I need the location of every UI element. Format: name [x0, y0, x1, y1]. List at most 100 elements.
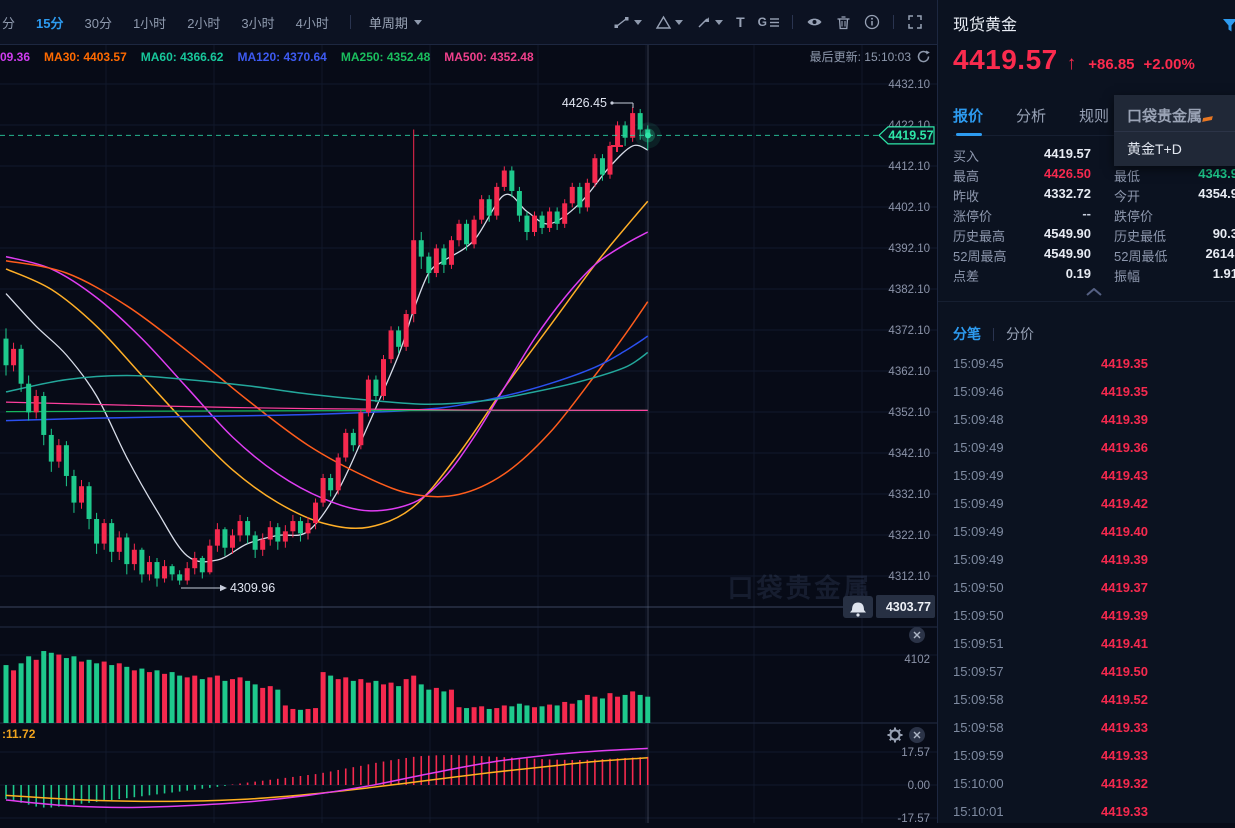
- tick-row[interactable]: 15:09:58 4419.52: [938, 685, 1235, 713]
- macd-indicator: [5, 747, 649, 809]
- toggle-visibility-button[interactable]: [806, 15, 823, 29]
- ma-value: 09.36: [0, 49, 31, 64]
- timeframe-5[interactable]: 2小时: [187, 13, 220, 32]
- quote-row: 昨收 4332.72 今开 4354.9: [938, 186, 1235, 206]
- ma-value: MA500: 4352.48: [444, 49, 534, 64]
- timeframe-2[interactable]: 15分: [36, 13, 63, 32]
- quote-row: 点差 0.19 振幅 1.91: [938, 266, 1235, 286]
- quote-value: 90.3: [1212, 226, 1235, 241]
- tick-price: 4419.39: [1101, 608, 1148, 623]
- timeframe-1[interactable]: 分: [2, 13, 15, 32]
- tab-规则[interactable]: 规则: [1079, 105, 1109, 126]
- volume-axis-label: 4102: [904, 654, 930, 666]
- tick-row[interactable]: 15:09:50 4419.37: [938, 573, 1235, 601]
- tick-row[interactable]: 15:10:00 4419.32: [938, 769, 1235, 797]
- info-icon: [864, 14, 880, 30]
- tab-分价[interactable]: 分价: [1006, 324, 1034, 344]
- tick-row[interactable]: 15:10:01 4419.33: [938, 797, 1235, 825]
- macd-dif-line: [5, 747, 648, 809]
- gann-tool-icon: G: [757, 15, 767, 29]
- fullscreen-button[interactable]: [907, 14, 923, 30]
- tab-分析[interactable]: 分析: [1016, 105, 1046, 126]
- tick-price: 4419.42: [1101, 496, 1148, 511]
- price-change: +86.85: [1088, 56, 1135, 73]
- tick-price: 4419.37: [1101, 580, 1148, 595]
- tick-price: 4419.36: [1101, 440, 1148, 455]
- tick-row[interactable]: 15:09:45 4419.35: [938, 349, 1235, 377]
- quote-label: 今开: [1114, 189, 1141, 204]
- tab-分笔[interactable]: 分笔: [953, 324, 981, 344]
- tick-row[interactable]: 15:09:49 4419.36: [938, 433, 1235, 461]
- tick-time: 15:09:49: [953, 524, 1004, 539]
- related-instrument[interactable]: 黄金T+D: [1127, 139, 1235, 159]
- lines-icon: [770, 18, 779, 27]
- alert-price-tag: 4303.77: [876, 595, 935, 618]
- single-period-dropdown[interactable]: 单周期: [369, 13, 422, 32]
- tick-row[interactable]: 15:09:48 4419.39: [938, 405, 1235, 433]
- refresh-icon[interactable]: [917, 50, 930, 63]
- chevron-down-icon: [715, 19, 724, 25]
- y-axis-label: 4412.10: [888, 161, 930, 173]
- tick-row[interactable]: 15:09:59 4419.33: [938, 741, 1235, 769]
- tick-row[interactable]: 15:09:50 4419.39: [938, 601, 1235, 629]
- gann-tool-button[interactable]: G: [758, 15, 779, 29]
- triangle-tool-icon: [655, 15, 672, 29]
- y-axis-label: 4312.10: [888, 571, 930, 583]
- divider: [1114, 131, 1235, 132]
- quote-label: 历史最高: [953, 229, 1006, 244]
- text-tool-button[interactable]: T: [736, 14, 745, 30]
- tick-price: 4419.41: [1101, 636, 1148, 651]
- quote-label: 历史最低: [1114, 229, 1167, 244]
- y-axis-label: 4342.10: [888, 448, 930, 460]
- high-annotation: 4426.45: [562, 96, 607, 110]
- quote-panel: 现货黄金 4419.57 ↑ +86.85 +2.00% 报价 分析 规则 买入 44…: [937, 0, 1235, 823]
- macd-pane-close-icon[interactable]: [909, 727, 925, 743]
- tick-row[interactable]: 15:09:49 4419.43: [938, 461, 1235, 489]
- timeframe-6[interactable]: 3小时: [241, 13, 274, 32]
- arrow-tool-button[interactable]: [696, 15, 724, 30]
- chevron-down-icon: [675, 19, 684, 25]
- tick-row[interactable]: 15:09:46 4419.35: [938, 377, 1235, 405]
- eye-icon: [807, 18, 822, 26]
- tick-time: 15:09:49: [953, 496, 1004, 511]
- tick-row[interactable]: 15:09:49 4419.39: [938, 545, 1235, 573]
- filter-icon[interactable]: [1223, 18, 1235, 34]
- timeframe-7[interactable]: 4小时: [296, 13, 329, 32]
- info-button[interactable]: [864, 14, 880, 30]
- volume-pane-close-icon[interactable]: [909, 627, 925, 643]
- tab-报价[interactable]: 报价: [953, 105, 983, 136]
- candlestick-chart: 口袋贵金属4432.104422.104412.104402.104392.10…: [0, 45, 937, 825]
- tick-time: 15:09:49: [953, 552, 1004, 567]
- tick-time: 15:09:46: [953, 384, 1004, 399]
- chart-area[interactable]: 口袋贵金属 4432.10 4422.10 4412.10 4402.10 4392.10…: [0, 45, 937, 825]
- timeframe-4[interactable]: 1小时: [133, 13, 166, 32]
- tick-time: 15:09:57: [953, 664, 1004, 679]
- y-axis-label: 4402.10: [888, 202, 930, 214]
- quote-value: 0.19: [1065, 266, 1091, 281]
- tick-row[interactable]: 15:09:51 4419.41: [938, 629, 1235, 657]
- tick-time: 15:09:50: [953, 608, 1004, 623]
- tick-row[interactable]: 15:09:49 4419.40: [938, 517, 1235, 545]
- y-axis-label: 4372.10: [888, 325, 930, 337]
- shape-tool-button[interactable]: [655, 15, 684, 30]
- ma-vermilion: [5, 259, 649, 498]
- line-tool-button[interactable]: [613, 15, 643, 30]
- line-tool-icon: [614, 16, 629, 28]
- quote-value: 4354.9: [1198, 186, 1235, 201]
- alert-bell-button[interactable]: [843, 596, 873, 618]
- tick-row[interactable]: 15:09:58 4419.33: [938, 713, 1235, 741]
- candlestick-series: [3, 107, 651, 587]
- macd-settings-gear-icon[interactable]: [887, 727, 903, 743]
- collapse-chevron-icon[interactable]: [1086, 288, 1102, 296]
- tick-row[interactable]: 15:09:49 4419.42: [938, 489, 1235, 517]
- tick-time: 15:10:00: [953, 776, 1004, 791]
- quote-label: 52周最高: [953, 249, 1007, 264]
- timeframe-3[interactable]: 30分: [84, 13, 111, 32]
- brand-logo: 口袋贵金属: [1114, 95, 1235, 126]
- tick-row[interactable]: 15:09:57 4419.50: [938, 657, 1235, 685]
- quote-grid: 买入 4419.57 最高 4426.50 最低 4343.9 昨收 4332.72 今开 435…: [938, 146, 1235, 286]
- ma-value: MA250: 4352.48: [340, 49, 431, 64]
- instrument-title: 现货黄金: [953, 17, 1018, 34]
- delete-drawings-button[interactable]: [836, 15, 851, 30]
- low-annotation: 4309.96: [230, 581, 275, 595]
